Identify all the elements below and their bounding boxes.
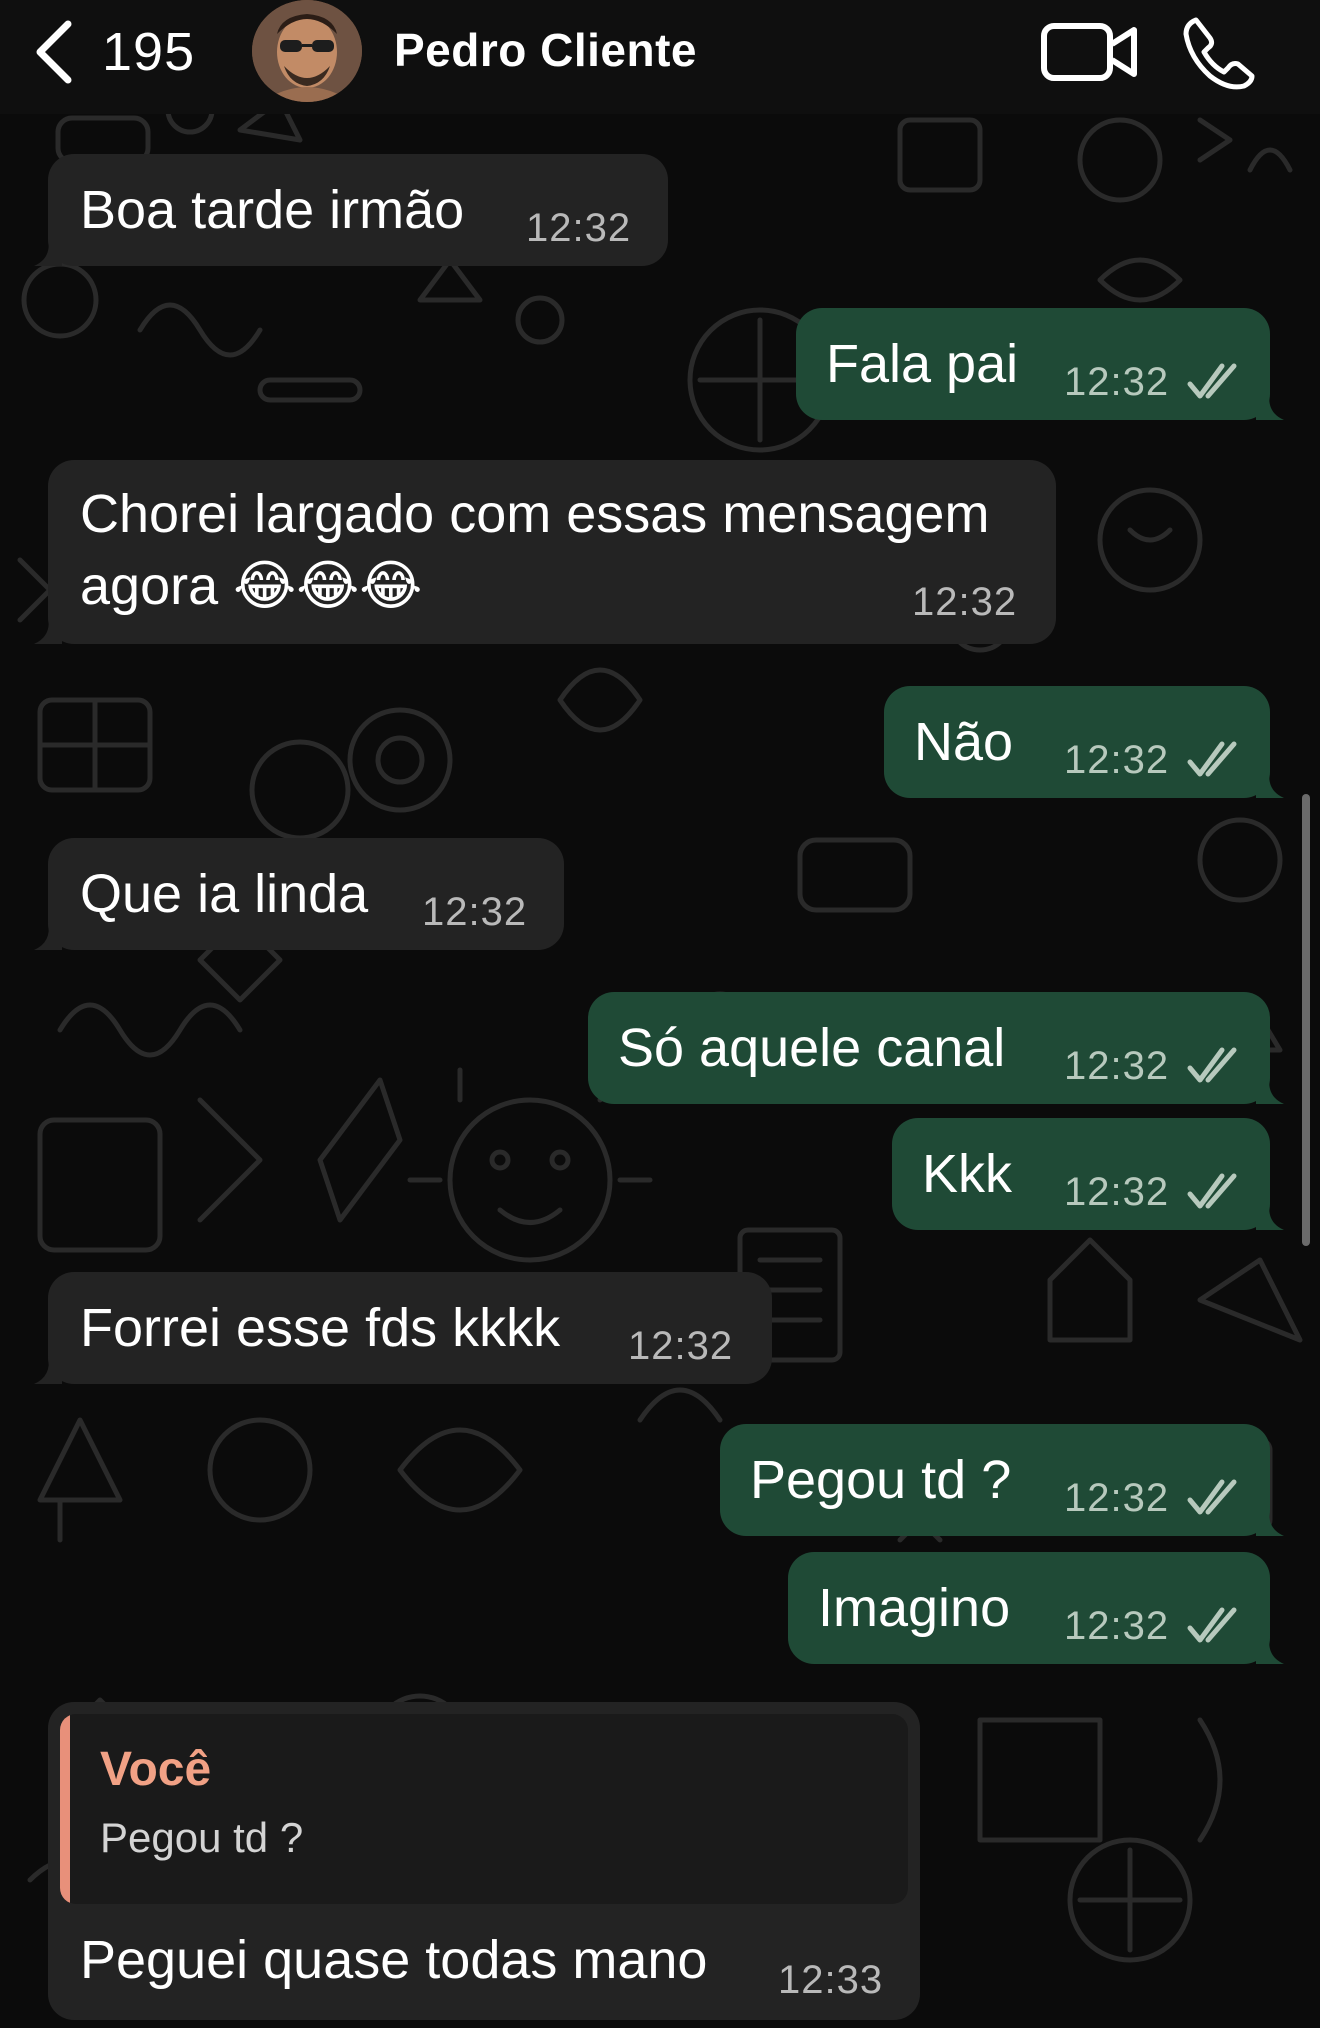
message-text: Só aquele canal (618, 1018, 1006, 1078)
scrollbar[interactable] (1302, 794, 1310, 1246)
message-incoming[interactable]: Chorei largado com essas mensagem agora … (34, 460, 1056, 644)
phone-icon (1183, 17, 1255, 90)
bubble-tail (1256, 1202, 1284, 1230)
message-time: 12:32 (912, 580, 1018, 624)
double-check-icon (1187, 1173, 1237, 1209)
message-time: 12:32 (628, 1324, 734, 1368)
message-incoming[interactable]: Que ia linda 12:32 (34, 838, 564, 950)
bubble-tail (1256, 392, 1284, 420)
message-text: Imagino (818, 1578, 1011, 1638)
double-check-icon (1187, 1479, 1237, 1515)
chat-header: 195 Pedro Cliente (0, 0, 1320, 114)
message-text: Boa tarde irmão (80, 180, 465, 240)
message-time: 12:32 (1064, 1604, 1170, 1648)
double-check-icon (1187, 1047, 1237, 1083)
bubble-tail (1256, 1636, 1284, 1664)
message-text-line-1: Chorei largado com essas mensagem (80, 484, 990, 544)
message-outgoing[interactable]: Fala pai 12:32 (796, 308, 1284, 420)
avatar[interactable] (252, 0, 362, 102)
bubble-tail (1256, 1076, 1284, 1104)
quoted-message[interactable]: Você Pegou td ? (60, 1714, 908, 1904)
bubble-tail (34, 616, 62, 644)
contact-name[interactable]: Pedro Cliente (394, 20, 697, 80)
video-camera-icon (1041, 23, 1137, 81)
message-time: 12:33 (778, 1958, 884, 2002)
bubble-tail (34, 1356, 62, 1384)
message-text: Forrei esse fds kkkk (80, 1298, 561, 1358)
bubble-tail (34, 922, 62, 950)
bubble-tail (1256, 1508, 1284, 1536)
message-text-line-2: agora 😂😂😂 (80, 556, 423, 616)
message-time: 12:32 (1064, 1170, 1170, 1214)
double-check-icon (1187, 741, 1237, 777)
quoted-author: Você (100, 1743, 212, 1796)
message-time: 12:32 (1064, 1044, 1170, 1088)
message-text: Que ia linda (80, 864, 369, 924)
message-outgoing[interactable]: Pegou td ? 12:32 (720, 1424, 1284, 1536)
message-time: 12:32 (526, 206, 632, 250)
message-text: Fala pai (826, 334, 1019, 394)
message-text: Kkk (922, 1144, 1013, 1204)
message-incoming[interactable]: Boa tarde irmão 12:32 (34, 154, 668, 266)
message-incoming-reply[interactable]: Você Pegou td ? Peguei quase todas mano … (48, 1702, 920, 2020)
message-outgoing[interactable]: Kkk 12:32 (892, 1118, 1284, 1230)
message-time: 12:32 (1064, 738, 1170, 782)
message-time: 12:32 (422, 890, 528, 934)
message-time: 12:32 (1064, 360, 1170, 404)
bubble-tail (34, 238, 62, 266)
voice-call-button[interactable] (1180, 14, 1256, 90)
bubble-tail (1256, 770, 1284, 798)
video-call-button[interactable] (1040, 16, 1140, 86)
back-button[interactable]: 195 (30, 12, 195, 92)
quoted-text: Pegou td ? (100, 1814, 304, 1861)
message-time: 12:32 (1064, 1476, 1170, 1520)
quote-accent-bar (60, 1714, 70, 1904)
message-text: Peguei quase todas mano (80, 1930, 708, 1990)
double-check-icon (1187, 1607, 1237, 1643)
unread-count: 195 (102, 22, 196, 82)
message-outgoing[interactable]: Imagino 12:32 (788, 1552, 1284, 1664)
message-outgoing[interactable]: Não 12:32 (884, 686, 1284, 798)
message-outgoing[interactable]: Só aquele canal 12:32 (588, 992, 1284, 1104)
chevron-left-icon (36, 20, 72, 84)
message-text: Não (914, 712, 1014, 772)
message-incoming[interactable]: Forrei esse fds kkkk 12:32 (34, 1272, 772, 1384)
message-text: Pegou td ? (750, 1450, 1012, 1510)
avatar-image (252, 0, 362, 102)
double-check-icon (1187, 363, 1237, 399)
